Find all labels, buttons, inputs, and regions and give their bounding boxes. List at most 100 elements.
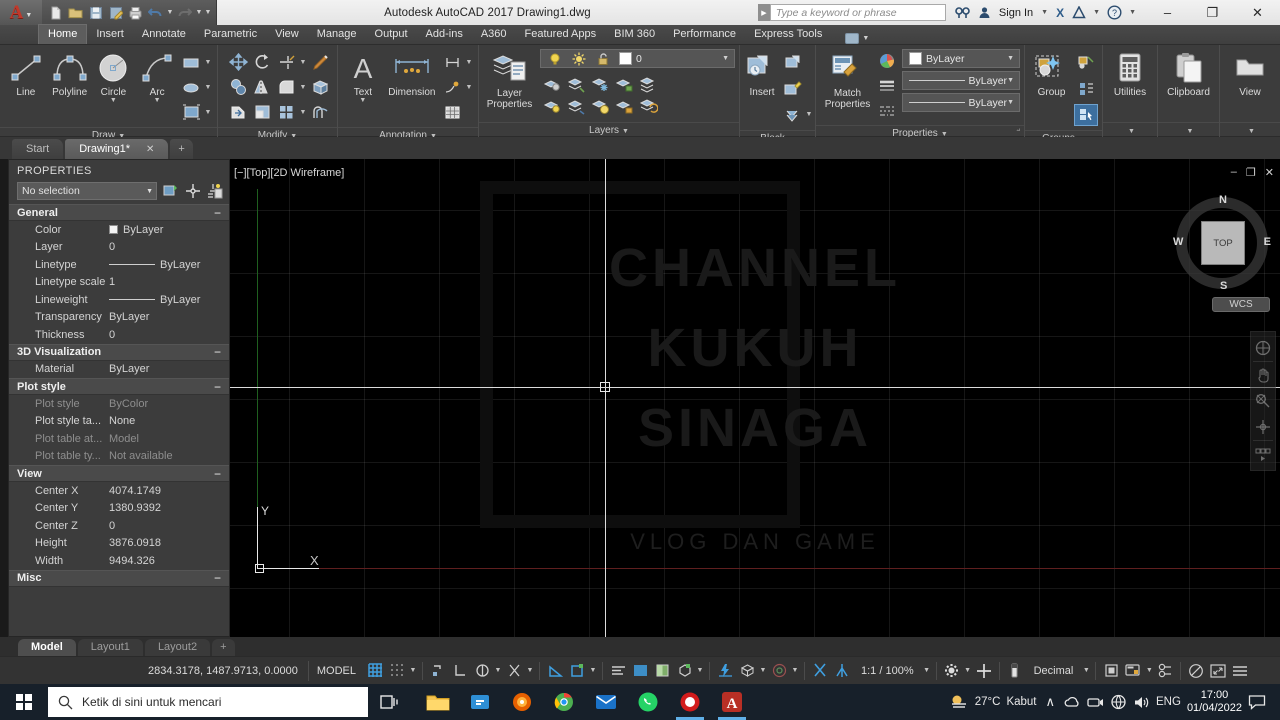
autodesk-a360-icon[interactable] bbox=[1068, 0, 1090, 25]
polar-tracking-toggle[interactable] bbox=[503, 661, 525, 681]
layer-match-icon[interactable] bbox=[564, 95, 588, 117]
layer-lock-icon[interactable] bbox=[612, 73, 636, 95]
weather-fog-icon[interactable] bbox=[949, 693, 969, 711]
annotation-scale-add-toggle[interactable] bbox=[831, 661, 853, 681]
property-row-linetype[interactable]: Linetype ByLayer bbox=[9, 256, 229, 274]
units-value[interactable]: Decimal bbox=[1026, 665, 1082, 677]
undo-dropdown-icon[interactable]: ▼ bbox=[166, 9, 174, 16]
chevron-down-icon[interactable]: ▼ bbox=[493, 667, 503, 674]
annotation-visibility-toggle[interactable] bbox=[768, 661, 790, 681]
chevron-down-icon[interactable]: ▼ bbox=[1007, 99, 1017, 106]
redo-icon[interactable] bbox=[175, 3, 194, 22]
save-as-icon[interactable] bbox=[106, 3, 125, 22]
chevron-down-icon[interactable]: ▼ bbox=[1007, 77, 1017, 84]
viewport-minimize-button[interactable]: – bbox=[1231, 166, 1237, 179]
property-row-linetype-scale[interactable]: Linetype scale 1 bbox=[9, 274, 229, 292]
ribbon-tab-manage[interactable]: Manage bbox=[308, 25, 366, 44]
workspace-switch-icon[interactable] bbox=[941, 661, 963, 681]
search-net-icon[interactable] bbox=[951, 0, 974, 25]
layer-combo[interactable]: 0 ▼ bbox=[540, 49, 735, 68]
viewport-restore-button[interactable]: ❐ bbox=[1246, 166, 1256, 179]
ribbon-tab-parametric[interactable]: Parametric bbox=[195, 25, 266, 44]
lineweight-list-icon[interactable] bbox=[875, 75, 899, 97]
property-row-plot-style-table[interactable]: Plot style ta... None bbox=[9, 413, 229, 431]
taskbar-clock[interactable]: 17:00 01/04/2022 bbox=[1187, 689, 1242, 715]
wcs-selector[interactable]: WCS bbox=[1212, 297, 1270, 312]
taskbar-app-whatsapp[interactable] bbox=[628, 684, 668, 720]
edit-block-icon[interactable] bbox=[780, 78, 804, 100]
property-row-center-y[interactable]: Center Y 1380.9392 bbox=[9, 500, 229, 518]
property-row-transparency[interactable]: Transparency ByLayer bbox=[9, 309, 229, 327]
viewport-close-button[interactable]: ✕ bbox=[1265, 166, 1274, 179]
property-row-height[interactable]: Height 3876.0918 bbox=[9, 535, 229, 553]
viewport-config-icon[interactable] bbox=[1100, 661, 1122, 681]
selection-cycling-toggle[interactable] bbox=[673, 661, 695, 681]
stretch-icon[interactable] bbox=[226, 101, 250, 123]
layout-tab-layout2[interactable]: Layout2 bbox=[144, 639, 211, 656]
grid-display-toggle[interactable] bbox=[364, 661, 386, 681]
properties-dialog-launcher[interactable]: ⟓ bbox=[1016, 121, 1020, 136]
taskbar-app-file-explorer[interactable] bbox=[418, 684, 458, 720]
sun-icon[interactable] bbox=[567, 48, 591, 70]
properties-group-view[interactable]: View − bbox=[9, 465, 229, 482]
annotation-text-button[interactable]: A Text ▼ bbox=[342, 48, 384, 104]
view-panel-title[interactable]: ▼ bbox=[1220, 122, 1280, 137]
chevron-down-icon[interactable]: ▼ bbox=[804, 111, 814, 118]
close-icon[interactable]: ✕ bbox=[146, 144, 154, 155]
collapse-icon[interactable]: − bbox=[214, 206, 229, 220]
help-dropdown-icon[interactable]: ▼ bbox=[1126, 9, 1139, 16]
property-row-thickness[interactable]: Thickness 0 bbox=[9, 326, 229, 344]
clipboard-panel-title[interactable]: ▼ bbox=[1158, 122, 1219, 137]
view-button[interactable]: View bbox=[1225, 48, 1275, 98]
chevron-down-icon[interactable]: ▼ bbox=[298, 59, 308, 66]
ribbon-workspace-indicator[interactable]: ▼ bbox=[831, 33, 869, 44]
quick-calc-icon[interactable] bbox=[206, 183, 223, 200]
snap-mode-toggle[interactable] bbox=[386, 661, 408, 681]
properties-group-misc[interactable]: Misc − bbox=[9, 569, 229, 587]
viewport-label[interactable]: [−][Top][2D Wireframe] bbox=[234, 167, 344, 179]
taskbar-app-chrome[interactable] bbox=[544, 684, 584, 720]
insert-block-button[interactable]: Insert bbox=[744, 48, 780, 98]
chevron-down-icon[interactable]: ▼ bbox=[525, 667, 535, 674]
collapse-icon[interactable]: − bbox=[214, 467, 229, 481]
open-icon[interactable] bbox=[66, 3, 85, 22]
layout-tab-layout1[interactable]: Layout1 bbox=[77, 639, 143, 656]
chevron-down-icon[interactable]: ▼ bbox=[146, 188, 156, 195]
weather-temperature[interactable]: 27°C bbox=[975, 696, 1001, 708]
application-menu-button[interactable]: A ▼ bbox=[0, 0, 42, 25]
scale-icon[interactable] bbox=[250, 101, 274, 123]
clean-screen-icon[interactable] bbox=[1154, 661, 1176, 681]
ribbon-tab-view[interactable]: View bbox=[266, 25, 308, 44]
object-color-combo[interactable]: ByLayer ▼ bbox=[902, 49, 1020, 68]
collapse-icon[interactable]: − bbox=[214, 380, 229, 394]
lock-ui-icon[interactable] bbox=[1185, 661, 1207, 681]
ellipse-icon[interactable] bbox=[179, 76, 203, 98]
customization-icon[interactable] bbox=[1229, 661, 1251, 681]
chevron-down-icon[interactable]: ▼ bbox=[695, 667, 705, 674]
file-tab-start[interactable]: Start bbox=[12, 139, 64, 159]
lineweight-combo[interactable]: ByLayer ▼ bbox=[902, 71, 1020, 90]
dynamic-input-toggle[interactable] bbox=[714, 661, 736, 681]
new-icon[interactable] bbox=[46, 3, 65, 22]
ortho-mode-toggle[interactable] bbox=[471, 661, 493, 681]
ribbon-tab-express-tools[interactable]: Express Tools bbox=[745, 25, 831, 44]
chevron-down-icon[interactable]: ▼ bbox=[298, 84, 308, 91]
layer-unlock-icon[interactable] bbox=[612, 95, 636, 117]
chevron-down-icon[interactable]: ▼ bbox=[922, 667, 932, 674]
chevron-down-icon[interactable]: ▼ bbox=[359, 97, 366, 104]
chevron-down-icon[interactable]: ▼ bbox=[154, 97, 161, 104]
leader-icon[interactable] bbox=[440, 76, 464, 98]
orbit-icon[interactable] bbox=[1252, 414, 1274, 440]
ribbon-tab-bim360[interactable]: BIM 360 bbox=[605, 25, 664, 44]
viewcube-south-label[interactable]: S bbox=[1220, 280, 1227, 292]
draw-polyline-button[interactable]: Polyline bbox=[48, 48, 92, 98]
chevron-down-icon[interactable]: ▼ bbox=[1248, 128, 1255, 135]
chevron-down-icon[interactable]: ▼ bbox=[1187, 128, 1194, 135]
pan-icon[interactable] bbox=[1252, 362, 1274, 388]
view-cube[interactable]: TOP N S W E bbox=[1173, 194, 1271, 292]
viewcube-east-label[interactable]: E bbox=[1264, 236, 1271, 248]
draw-arc-button[interactable]: Arc ▼ bbox=[135, 48, 179, 104]
3d-workspace-toggle[interactable] bbox=[736, 661, 758, 681]
exchange-x-icon[interactable]: X bbox=[1052, 0, 1068, 25]
viewcube-north-label[interactable]: N bbox=[1219, 194, 1227, 206]
